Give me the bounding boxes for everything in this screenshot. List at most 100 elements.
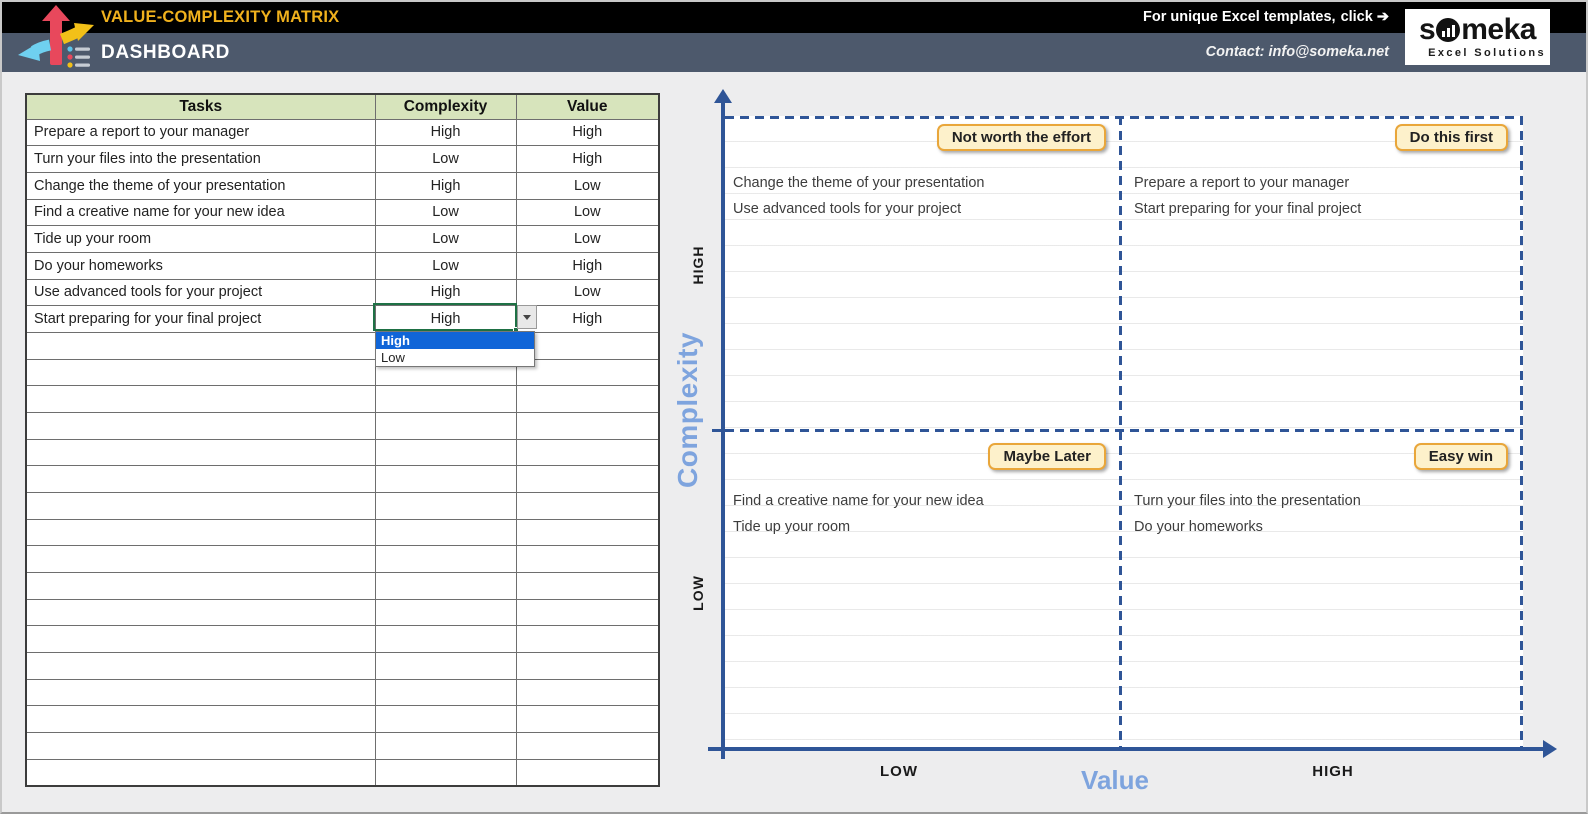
page-title: VALUE-COMPLEXITY MATRIX [101, 8, 340, 26]
value-cell[interactable]: Low [515, 225, 660, 253]
empty-cell[interactable] [374, 491, 517, 520]
empty-cell[interactable] [374, 545, 517, 573]
someka-wordmark: s meka [1419, 13, 1536, 46]
col-header-tasks[interactable]: Tasks [25, 93, 376, 120]
empty-table-row [25, 651, 660, 680]
task-cell[interactable]: Prepare a report to your manager [25, 118, 376, 147]
empty-cell[interactable] [515, 385, 660, 413]
value-cell[interactable]: Low [515, 278, 660, 307]
empty-cell[interactable] [25, 598, 376, 627]
x-tick-high: HIGH [1312, 763, 1354, 780]
empty-cell[interactable] [25, 545, 376, 573]
empty-cell[interactable] [25, 411, 376, 440]
value-cell[interactable]: High [515, 305, 660, 333]
empty-cell[interactable] [374, 438, 517, 467]
table-row: Turn your files into the presentation Low… [25, 145, 660, 173]
empty-cell[interactable] [515, 731, 660, 760]
empty-table-row [25, 571, 660, 600]
empty-cell[interactable] [25, 651, 376, 680]
empty-cell[interactable] [374, 758, 517, 787]
empty-cell[interactable] [374, 678, 517, 707]
empty-cell[interactable] [515, 625, 660, 653]
y-axis-title: Complexity [672, 332, 703, 488]
table-header-row: Tasks Complexity Value [25, 93, 660, 120]
empty-cell[interactable] [515, 331, 660, 360]
empty-cell[interactable] [25, 758, 376, 787]
value-cell[interactable]: High [515, 145, 660, 173]
value-cell[interactable]: High [515, 118, 660, 147]
empty-cell[interactable] [515, 358, 660, 387]
empty-cell[interactable] [25, 465, 376, 493]
empty-table-row [25, 411, 660, 440]
empty-cell[interactable] [25, 358, 376, 387]
value-cell[interactable]: Low [515, 171, 660, 200]
empty-cell[interactable] [515, 758, 660, 787]
empty-table-row [25, 598, 660, 627]
empty-cell[interactable] [25, 571, 376, 600]
complexity-cell[interactable]: Low [374, 251, 517, 280]
empty-cell[interactable] [515, 705, 660, 733]
dropdown-button[interactable] [517, 305, 537, 329]
empty-cell[interactable] [515, 465, 660, 493]
empty-cell[interactable] [25, 518, 376, 547]
empty-cell[interactable] [25, 705, 376, 733]
empty-cell[interactable] [25, 625, 376, 653]
empty-cell[interactable] [25, 385, 376, 413]
empty-cell[interactable] [374, 518, 517, 547]
empty-table-row [25, 545, 660, 573]
dropdown-option-high[interactable]: High [376, 332, 534, 349]
task-cell[interactable]: Do your homeworks [25, 251, 376, 280]
complexity-cell[interactable]: High [374, 171, 517, 200]
promo-link[interactable]: For unique Excel templates, click ➔ [1143, 2, 1389, 33]
empty-cell[interactable] [515, 678, 660, 707]
task-cell[interactable]: Use advanced tools for your project [25, 278, 376, 307]
empty-cell[interactable] [25, 331, 376, 360]
complexity-cell[interactable]: High [374, 305, 517, 333]
task-cell[interactable]: Start preparing for your final project [25, 305, 376, 333]
promo-text: For unique Excel templates, [1142, 9, 1336, 25]
empty-cell[interactable] [25, 678, 376, 707]
y-axis-arrow-icon [714, 89, 732, 103]
task-cell[interactable]: Change the theme of your presentation [25, 171, 376, 200]
empty-cell[interactable] [515, 651, 660, 680]
empty-table-row [25, 465, 660, 493]
promo-click-arrow[interactable]: click ➔ [1341, 9, 1389, 25]
quadrant-item: Do your homeworks [1134, 519, 1263, 536]
col-header-complexity[interactable]: Complexity [374, 93, 517, 120]
complexity-cell[interactable]: Low [374, 198, 517, 227]
empty-cell[interactable] [374, 625, 517, 653]
empty-cell[interactable] [515, 518, 660, 547]
empty-cell[interactable] [374, 385, 517, 413]
complexity-cell[interactable]: High [374, 118, 517, 147]
value-cell[interactable]: High [515, 251, 660, 280]
empty-cell[interactable] [374, 731, 517, 760]
empty-cell[interactable] [515, 571, 660, 600]
table-row: Change the theme of your presentation Hig… [25, 171, 660, 200]
col-header-value[interactable]: Value [515, 93, 660, 120]
empty-cell[interactable] [515, 411, 660, 440]
empty-cell[interactable] [515, 438, 660, 467]
value-cell[interactable]: Low [515, 198, 660, 227]
empty-cell[interactable] [515, 545, 660, 573]
x-axis-title: Value [1081, 765, 1149, 795]
empty-cell[interactable] [374, 411, 517, 440]
task-cell[interactable]: Tide up your room [25, 225, 376, 253]
empty-cell[interactable] [374, 465, 517, 493]
complexity-cell[interactable]: High [374, 278, 517, 307]
empty-cell[interactable] [515, 598, 660, 627]
empty-cell[interactable] [25, 491, 376, 520]
complexity-cell[interactable]: Low [374, 225, 517, 253]
dropdown-option-low[interactable]: Low [376, 349, 534, 366]
empty-cell[interactable] [374, 571, 517, 600]
matrix-vertical-divider [1119, 116, 1122, 748]
task-cell[interactable]: Find a creative name for your new idea [25, 198, 376, 227]
empty-cell[interactable] [374, 651, 517, 680]
complexity-cell[interactable]: Low [374, 145, 517, 173]
quadrant-items-top-left: Change the theme of your presentation Use… [733, 170, 985, 223]
empty-cell[interactable] [25, 438, 376, 467]
task-cell[interactable]: Turn your files into the presentation [25, 145, 376, 173]
empty-cell[interactable] [374, 598, 517, 627]
empty-cell[interactable] [515, 491, 660, 520]
empty-cell[interactable] [374, 705, 517, 733]
empty-cell[interactable] [25, 731, 376, 760]
